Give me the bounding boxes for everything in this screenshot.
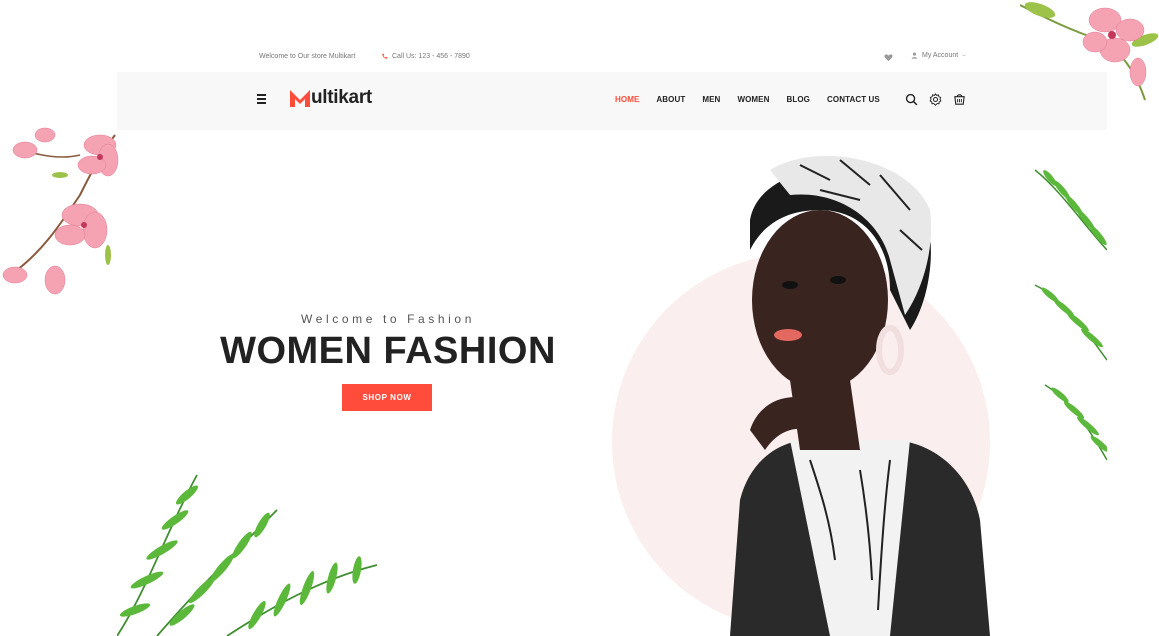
nav-about[interactable]: ABOUT [656, 95, 685, 104]
pink-flowers-left-decoration [2, 127, 119, 295]
hamburger-menu-icon[interactable] [257, 94, 266, 106]
nav-contact-us[interactable]: CONTACT US [827, 95, 880, 104]
chevron-down-icon: – [962, 52, 966, 59]
nav-home[interactable]: HOME [615, 95, 639, 104]
hero-subtitle: Welcome to Fashion [301, 312, 475, 326]
nav-men[interactable]: MEN [702, 95, 720, 104]
my-account-text: My Account [922, 52, 959, 59]
cart-icon[interactable] [953, 93, 966, 106]
nav-women[interactable]: WOMEN [737, 95, 769, 104]
call-us-text: Call Us: 123 - 456 - 7890 [392, 53, 470, 60]
phone-icon [382, 53, 388, 59]
wishlist-heart-icon[interactable] [884, 53, 893, 62]
pink-flower-right-decoration [1020, 2, 1159, 101]
fashion-model-image [730, 155, 990, 636]
my-account-link[interactable]: My Account – [911, 52, 966, 59]
logo-text: ultikart [311, 87, 372, 108]
logo[interactable]: ultikart [290, 87, 372, 108]
search-icon[interactable] [905, 93, 918, 106]
main-header: ultikart HOME ABOUT MEN WOMEN BLOG CONTA… [117, 72, 1107, 130]
user-icon [911, 52, 918, 59]
main-nav: HOME ABOUT MEN WOMEN BLOG CONTACT US [615, 95, 897, 104]
call-us: Call Us: 123 - 456 - 7890 [381, 53, 470, 60]
hero-title: WOMEN FASHION [220, 330, 556, 372]
fern-leaves-left-decoration [117, 474, 378, 636]
nav-blog[interactable]: BLOG [787, 95, 811, 104]
logo-m-icon [290, 90, 310, 107]
shop-now-button[interactable]: SHOP NOW [342, 384, 432, 411]
fern-leaves-right-decoration [1034, 169, 1107, 461]
header-icons [905, 93, 966, 106]
settings-icon[interactable] [929, 93, 942, 106]
top-bar: Welcome to Our store Multikart Call Us: … [0, 0, 1159, 72]
welcome-text: Welcome to Our store Multikart [259, 53, 356, 60]
